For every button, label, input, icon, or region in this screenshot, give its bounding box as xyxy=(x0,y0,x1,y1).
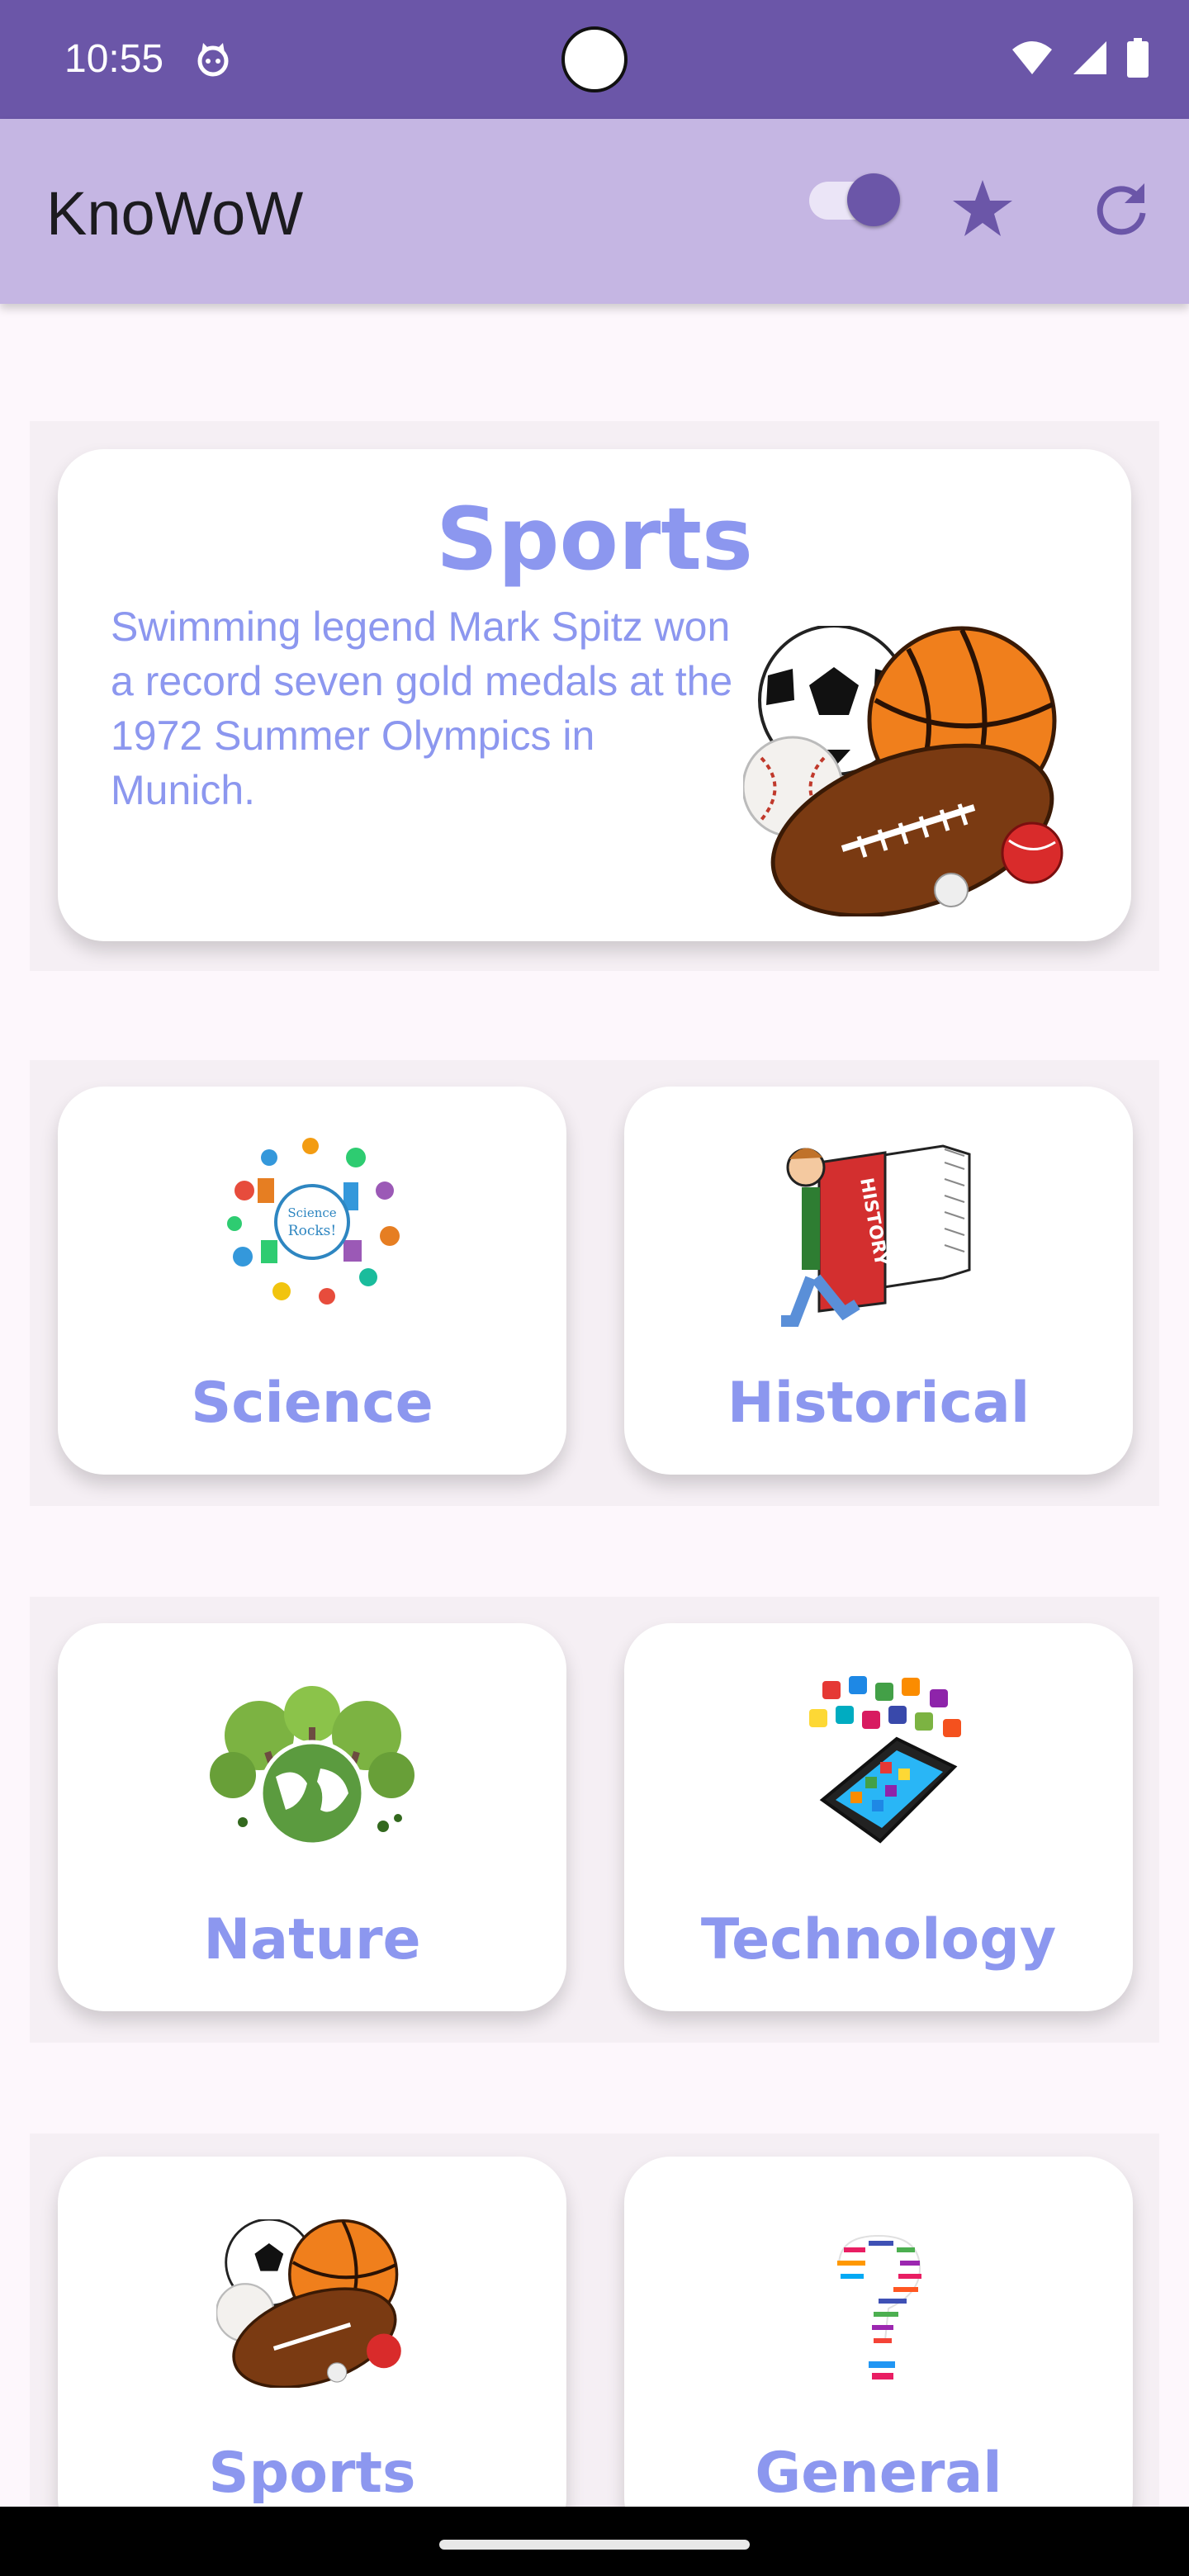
status-time: 10:55 xyxy=(64,37,164,81)
refresh-icon[interactable] xyxy=(1087,173,1156,243)
category-label-technology: Technology xyxy=(700,1907,1057,1972)
category-card-general[interactable]: General xyxy=(624,2157,1133,2545)
category-label-science: Science xyxy=(191,1371,433,1436)
svg-text:Science: Science xyxy=(287,1205,336,1220)
notification-cat-icon xyxy=(197,43,229,77)
featured-fact-text: Swimming legend Mark Spitz won a record … xyxy=(111,604,733,813)
favorites-star-icon[interactable] xyxy=(948,173,1017,243)
toggle-thumb xyxy=(847,173,900,226)
technology-phone-image xyxy=(809,1676,961,1844)
battery-icon xyxy=(1127,38,1149,78)
category-card-nature[interactable]: Nature xyxy=(58,1623,566,2011)
sports-balls-image xyxy=(743,626,1063,916)
history-book-image: HISTORY xyxy=(781,1144,971,1327)
nature-earth-image xyxy=(210,1686,414,1847)
featured-title: Sports xyxy=(436,489,753,590)
science-image: Science Rocks! xyxy=(227,1137,400,1305)
theme-toggle[interactable] xyxy=(806,170,900,226)
category-card-technology[interactable]: Technology xyxy=(624,1623,1133,2011)
status-icons xyxy=(1011,38,1149,78)
category-card-science[interactable]: Science Rocks! Science xyxy=(58,1087,566,1475)
category-label-general: General xyxy=(755,2441,1002,2506)
category-label-sports: Sports xyxy=(208,2441,416,2506)
category-label-nature: Nature xyxy=(203,1907,421,1972)
featured-fact-card[interactable]: Sports Swimming legend Mark Spitz won a … xyxy=(58,449,1131,941)
category-card-sports[interactable]: Sports xyxy=(58,2157,566,2545)
home-gesture-handle[interactable] xyxy=(439,2540,750,2550)
status-bar: 10:55 xyxy=(0,0,1189,119)
cell-signal-icon xyxy=(1073,41,1106,74)
camera-cutout xyxy=(561,26,628,92)
category-card-historical[interactable]: HISTORY Historical xyxy=(624,1087,1133,1475)
wifi-icon xyxy=(1012,41,1052,74)
sports-balls-image-small xyxy=(216,2219,401,2388)
app-title: KnoWoW xyxy=(46,179,304,248)
general-question-mark-image xyxy=(837,2234,921,2379)
category-label-historical: Historical xyxy=(727,1371,1030,1436)
svg-text:Rocks!: Rocks! xyxy=(288,1223,336,1239)
